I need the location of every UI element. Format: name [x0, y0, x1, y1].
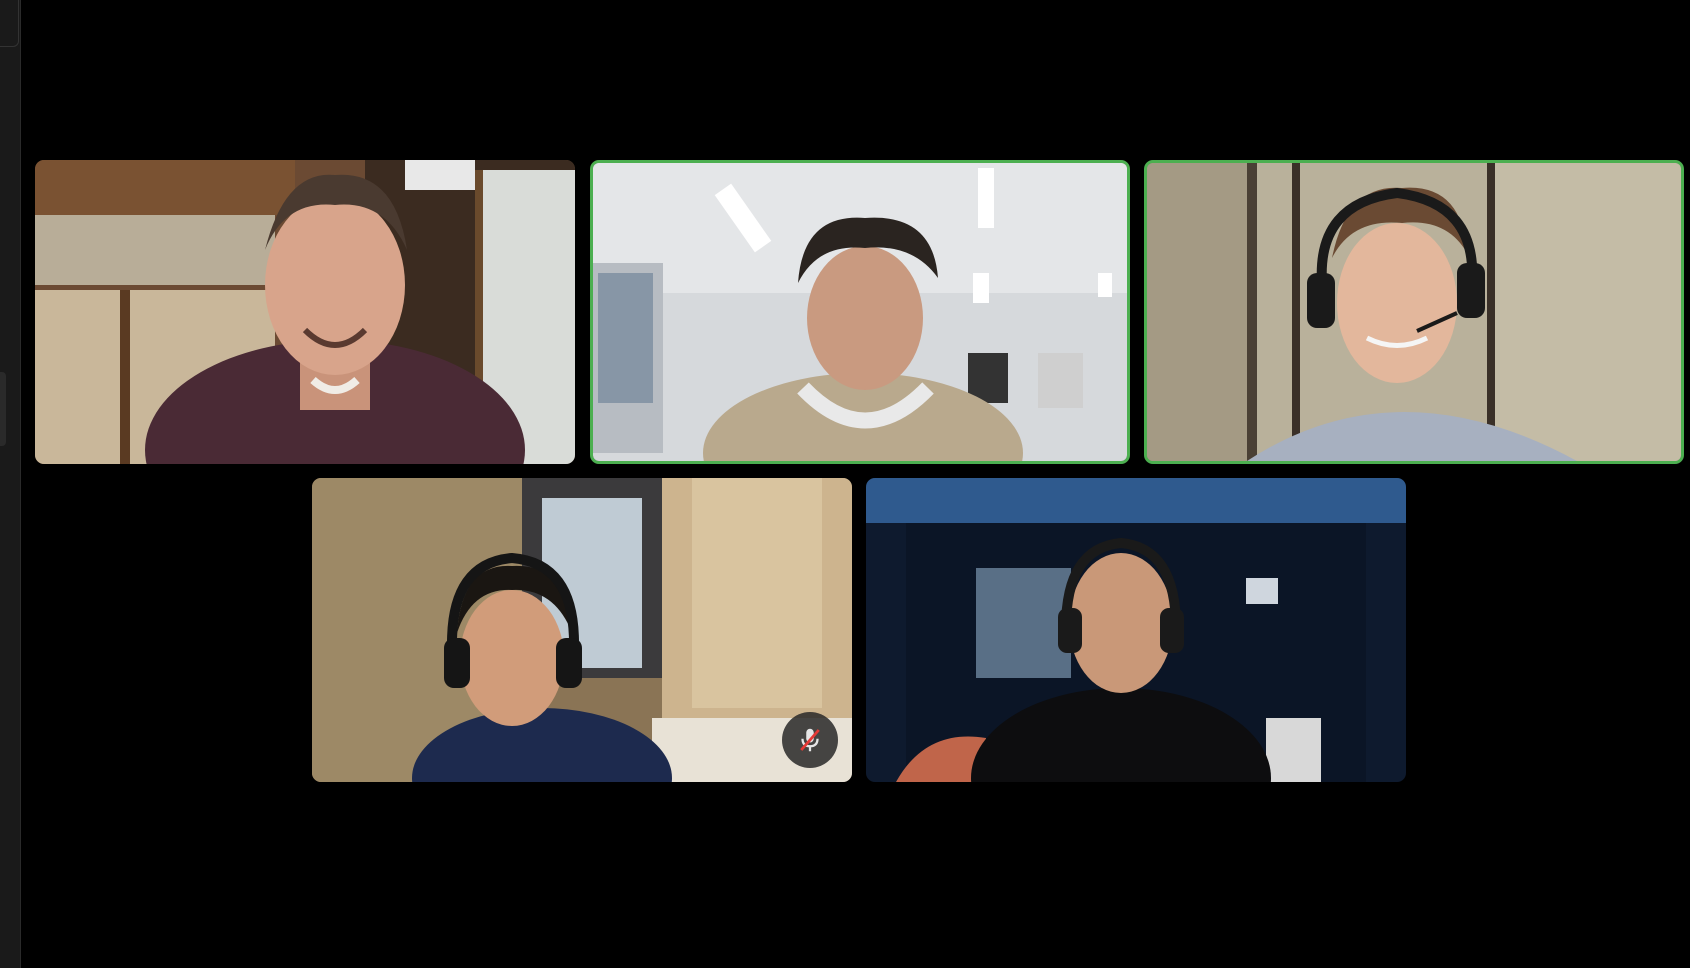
panel-resize-handle[interactable]: [0, 372, 6, 446]
participant-video: [866, 478, 1406, 782]
participant-video: [312, 478, 852, 782]
participant-video: [593, 163, 1127, 461]
gallery-view: [20, 0, 1690, 968]
left-panel-edge: [0, 0, 21, 968]
participant-video-tile-active-speaker[interactable]: [1144, 160, 1684, 464]
participant-video: [35, 160, 575, 464]
microphone-off-icon: [782, 712, 838, 768]
participant-video-tile[interactable]: [312, 478, 852, 782]
panel-corner: [0, 0, 19, 47]
participant-video-tile-active-speaker[interactable]: [590, 160, 1130, 464]
participant-video-tile[interactable]: [35, 160, 575, 464]
participant-video: [1147, 163, 1681, 461]
participant-video-tile[interactable]: [866, 478, 1406, 782]
